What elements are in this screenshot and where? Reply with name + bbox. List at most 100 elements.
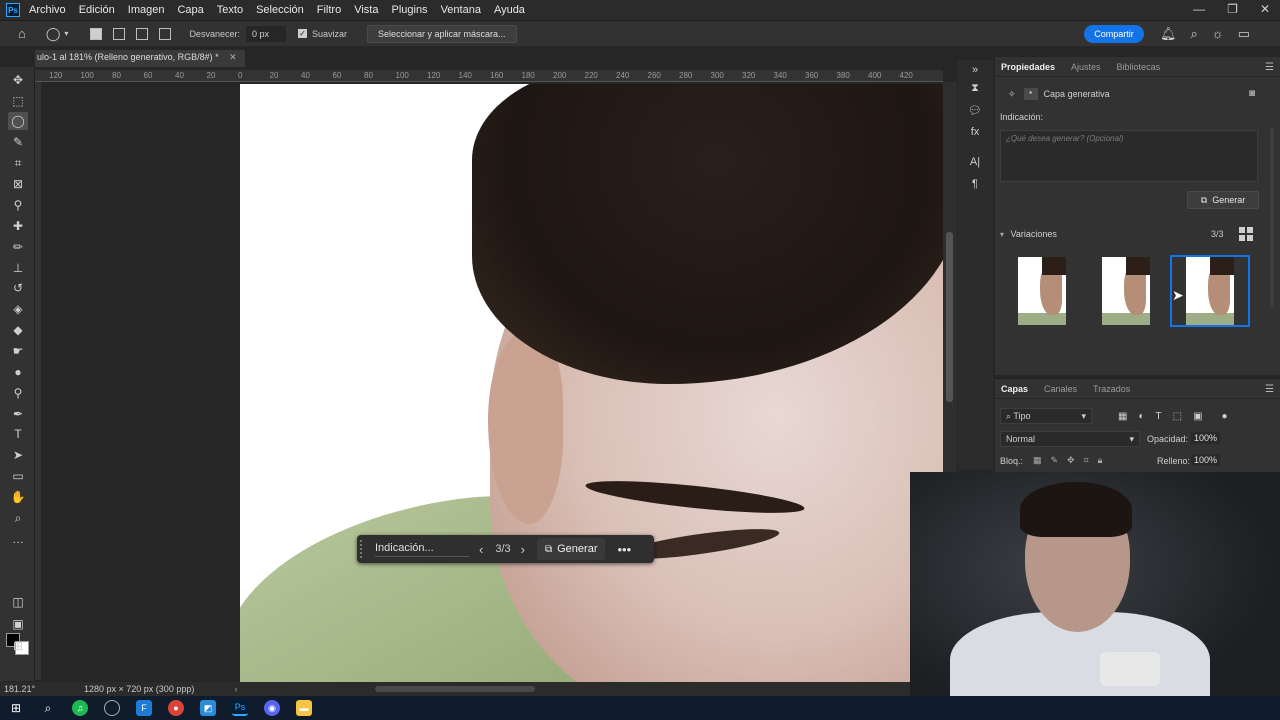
menu-archivo[interactable]: Archivo xyxy=(29,4,66,16)
type-filter-icon[interactable]: T xyxy=(1156,411,1162,422)
document-tab[interactable]: ulo-1 al 181% (Relleno generativo, RGB/8… xyxy=(35,50,245,67)
variation-thumbnail-3[interactable] xyxy=(1186,257,1234,325)
chrome-icon[interactable]: ● xyxy=(168,700,184,716)
menu-ayuda[interactable]: Ayuda xyxy=(494,4,525,16)
previous-variation-icon[interactable]: ‹ xyxy=(479,542,483,557)
menu-texto[interactable]: Texto xyxy=(217,4,243,16)
spotify-icon[interactable]: ♫ xyxy=(72,700,88,716)
panel-menu-icon[interactable]: ☰ xyxy=(1265,62,1274,73)
discover-icon[interactable]: ☼ xyxy=(1212,26,1224,42)
fill-input[interactable]: 100% xyxy=(1191,454,1221,466)
hand-tool-icon[interactable]: ✋ xyxy=(8,488,28,506)
eyedropper-tool-icon[interactable]: ⚲ xyxy=(8,196,28,214)
minimize-icon[interactable]: — xyxy=(1193,2,1205,16)
screen-mode-icon[interactable]: ▣ xyxy=(8,615,28,633)
subtract-selection-icon[interactable] xyxy=(136,27,149,40)
workspace-icon[interactable]: ▭ xyxy=(1238,26,1250,42)
photoshop-taskbar-icon[interactable]: Ps xyxy=(232,700,248,716)
fx-panel-icon[interactable]: fx xyxy=(966,126,984,142)
context-generate-button[interactable]: ⧉ Generar xyxy=(536,538,606,560)
select-and-mask-button[interactable]: Seleccionar y aplicar máscara... xyxy=(366,24,517,43)
more-tools-icon[interactable]: … xyxy=(8,530,28,548)
edit-toolbar-icon[interactable]: ⊞ xyxy=(8,637,28,655)
bell-icon[interactable]: 🔔︎ xyxy=(1160,26,1177,42)
paint-bucket-tool-icon[interactable]: ◆ xyxy=(8,321,28,339)
layer-filter-select[interactable]: ⌕ Tipo ▾ xyxy=(1000,408,1092,424)
zoom-lens-tool-icon[interactable]: ⚲ xyxy=(8,384,28,402)
paragraph-panel-icon[interactable]: ¶ xyxy=(966,178,984,194)
tab-bibliotecas[interactable]: Bibliotecas xyxy=(1117,62,1161,72)
marquee-tool-icon[interactable]: ⬚ xyxy=(8,92,28,110)
menu-imagen[interactable]: Imagen xyxy=(128,4,165,16)
filter-toggle-icon[interactable]: ● xyxy=(1222,411,1228,422)
close-tab-icon[interactable]: ✕ xyxy=(229,52,237,62)
smooth-checkbox[interactable]: ✓ xyxy=(297,29,307,38)
tab-propiedades[interactable]: Propiedades xyxy=(1001,62,1055,72)
lock-icons[interactable]: ▦✎✥⌗🔒︎ xyxy=(1033,455,1111,466)
variation-thumbnail-2[interactable] xyxy=(1102,257,1150,325)
menu-plugins[interactable]: Plugins xyxy=(391,4,427,16)
steam-icon[interactable] xyxy=(104,700,120,716)
restore-icon[interactable]: ❐ xyxy=(1227,2,1238,16)
pen-tool-icon[interactable]: ✒ xyxy=(8,405,28,423)
menu-vista[interactable]: Vista xyxy=(354,4,378,16)
crop-tool-icon[interactable]: ⌗ xyxy=(8,154,28,172)
add-selection-icon[interactable] xyxy=(113,27,126,40)
blend-mode-select[interactable]: Normal ▾ xyxy=(1000,431,1140,447)
file-explorer-icon[interactable]: ▬ xyxy=(296,700,312,716)
home-icon[interactable]: ⌂ xyxy=(18,26,26,41)
tab-canales[interactable]: Canales xyxy=(1044,384,1077,394)
smart-object-filter-icon[interactable]: ▣ xyxy=(1193,411,1202,422)
drag-handle-icon[interactable] xyxy=(360,540,366,558)
context-prompt-input[interactable]: Indicación... xyxy=(375,542,469,557)
shape-filter-icon[interactable]: ⬚ xyxy=(1173,411,1182,422)
rectangle-tool-icon[interactable]: ▭ xyxy=(8,467,28,485)
close-icon[interactable]: ✕ xyxy=(1260,2,1270,16)
smudge-tool-icon[interactable]: ☛ xyxy=(8,342,28,360)
type-tool-icon[interactable]: T xyxy=(8,425,28,443)
tab-ajustes[interactable]: Ajustes xyxy=(1071,62,1101,72)
eraser-tool-icon[interactable]: ◈ xyxy=(8,300,28,318)
frame-tool-icon[interactable]: ⊠ xyxy=(8,175,28,193)
brush-tool-icon[interactable]: ✏ xyxy=(8,238,28,256)
grid-view-icon[interactable] xyxy=(1239,227,1253,241)
panel-menu-icon[interactable]: ☰ xyxy=(1265,384,1274,395)
move-tool-icon[interactable]: ✥ xyxy=(8,71,28,89)
share-button[interactable]: Compartir xyxy=(1084,25,1144,43)
menu-edicion[interactable]: Edición xyxy=(79,4,115,16)
zoom-level[interactable]: 181.21° xyxy=(4,684,84,694)
character-panel-icon[interactable]: A| xyxy=(966,156,984,172)
quick-mask-icon[interactable]: ◫ xyxy=(8,593,28,611)
variation-thumbnail-1[interactable] xyxy=(1018,257,1066,325)
new-selection-icon[interactable] xyxy=(90,27,103,40)
canvas-area[interactable] xyxy=(41,82,943,682)
quick-selection-tool-icon[interactable]: ✎ xyxy=(8,133,28,151)
scroll-thumb[interactable] xyxy=(946,232,953,402)
tab-trazados[interactable]: Trazados xyxy=(1093,384,1130,394)
opacity-input[interactable]: 100% xyxy=(1191,432,1221,444)
next-variation-icon[interactable]: › xyxy=(521,542,525,557)
search-icon[interactable]: ⌕ xyxy=(1191,26,1198,42)
windows-start-icon[interactable]: ⊞ xyxy=(8,700,24,716)
app-store-icon[interactable]: ◩ xyxy=(200,700,216,716)
feather-input[interactable]: 0 px xyxy=(245,25,286,42)
more-options-icon[interactable]: ••• xyxy=(617,542,631,557)
status-arrow-icon[interactable]: › xyxy=(234,684,237,694)
search-icon[interactable]: ⌕ xyxy=(40,700,56,716)
lasso-tool-icon[interactable]: ◯ xyxy=(8,112,28,130)
horizontal-scrollbar[interactable] xyxy=(375,686,535,692)
path-selection-tool-icon[interactable]: ➤ xyxy=(8,446,28,464)
adjustment-filter-icon[interactable]: ◐ xyxy=(1138,411,1144,422)
stamp-tool-icon[interactable]: ⊥ xyxy=(8,259,28,277)
image-filter-icon[interactable]: ▦ xyxy=(1118,411,1127,422)
collapse-panels-icon[interactable]: » xyxy=(966,64,984,80)
discord-icon[interactable]: ◉ xyxy=(264,700,280,716)
menu-capa[interactable]: Capa xyxy=(177,4,203,16)
menu-filtro[interactable]: Filtro xyxy=(317,4,341,16)
intersect-selection-icon[interactable] xyxy=(159,27,172,40)
properties-scrollbar[interactable] xyxy=(1270,127,1274,307)
menu-seleccion[interactable]: Selección xyxy=(256,4,304,16)
menu-ventana[interactable]: Ventana xyxy=(441,4,481,16)
dodge-tool-icon[interactable]: ● xyxy=(8,363,28,381)
comments-panel-icon[interactable]: 💬︎ xyxy=(966,104,984,120)
